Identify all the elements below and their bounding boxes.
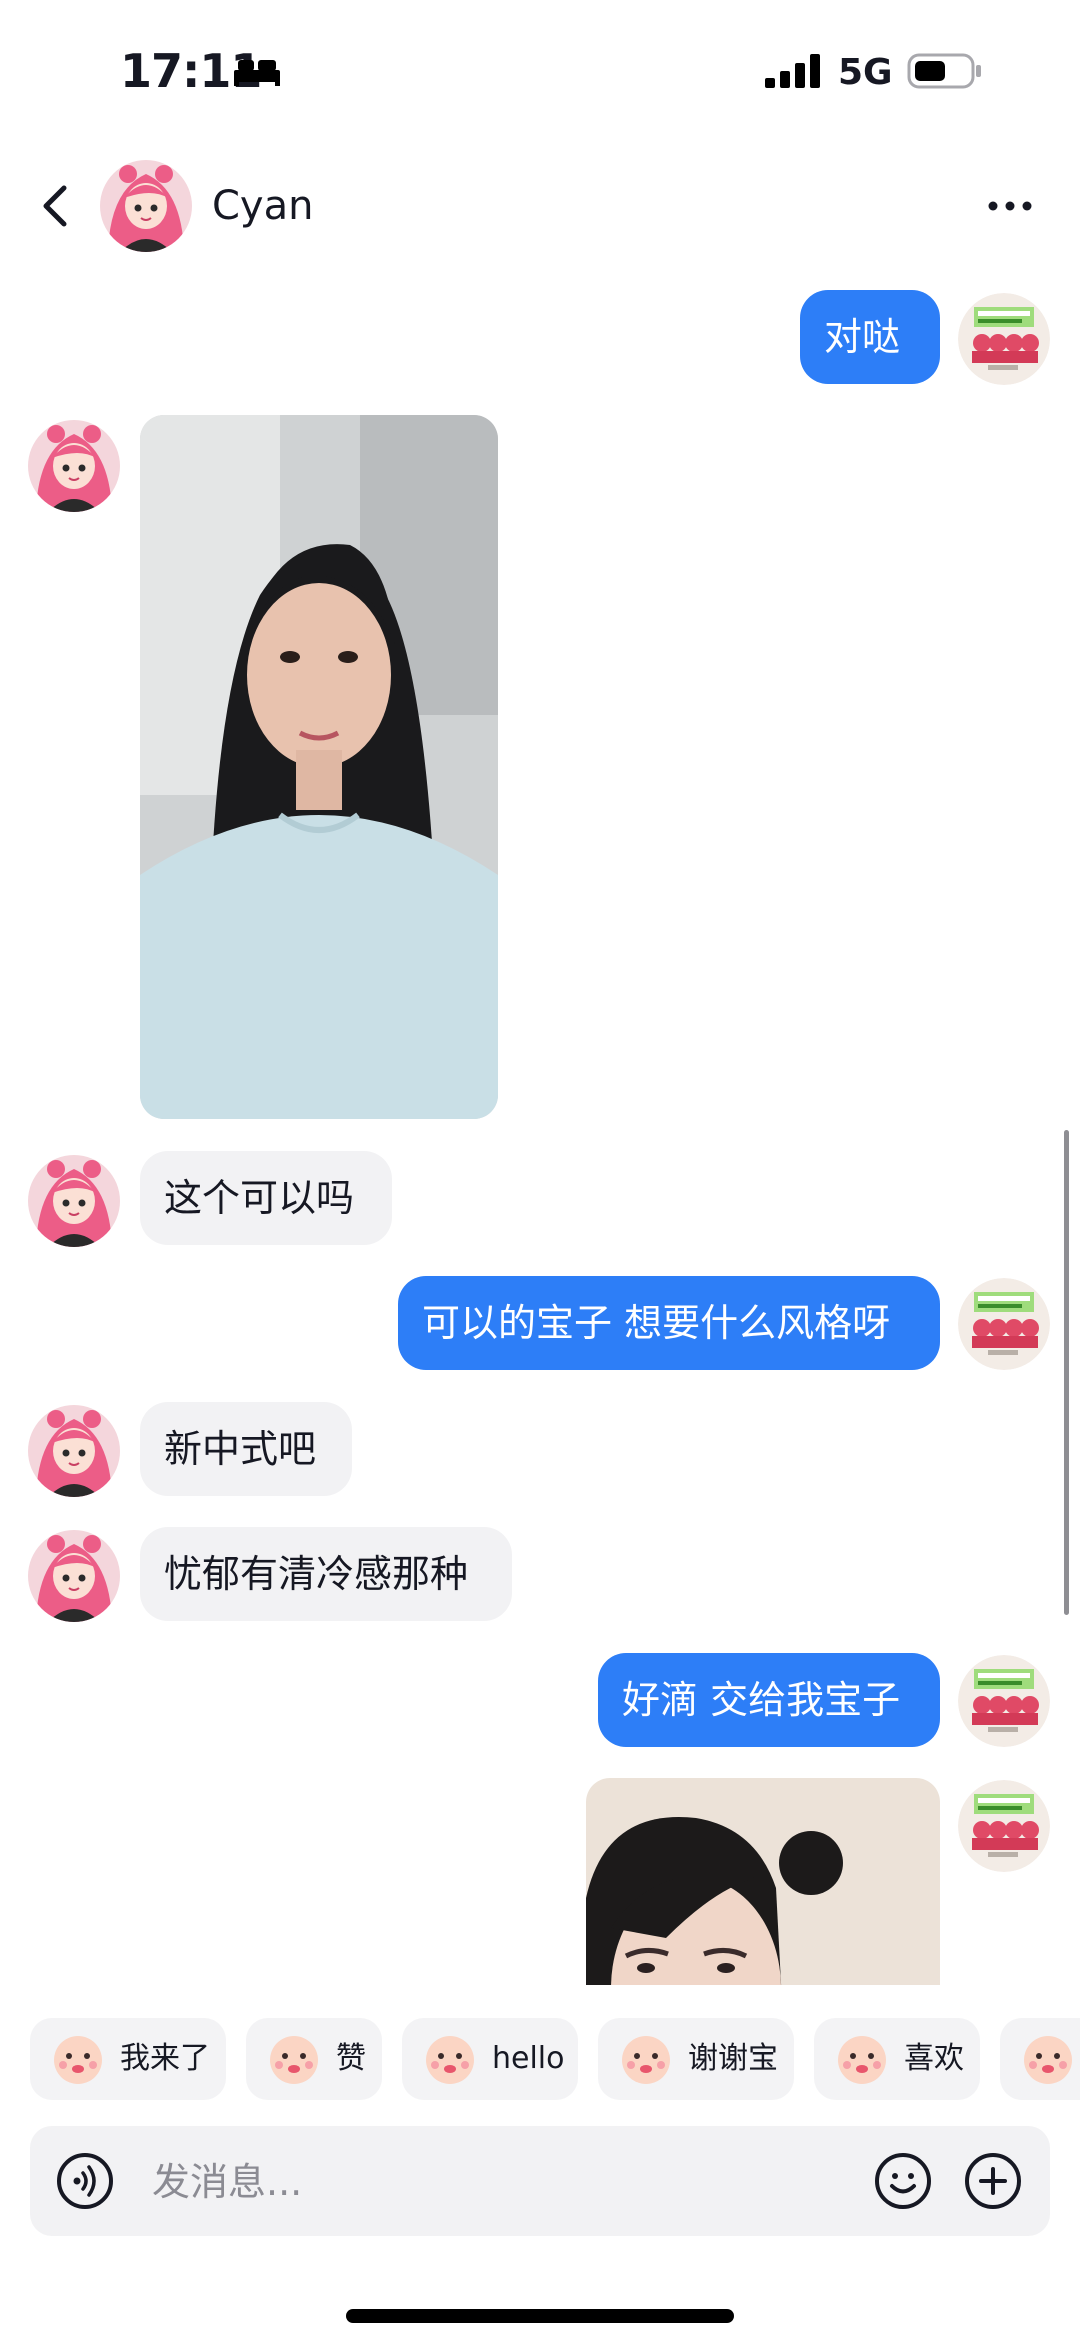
message-text: 好滴 交给我宝子 <box>622 1678 901 1722</box>
sticker-icon <box>264 2029 324 2102</box>
quick-reply-chip[interactable]: 赞 <box>246 2018 382 2100</box>
message-list[interactable]: 对哒 这个可以吗 可以的宝子 想要什么风格呀 新中式吧 忧郁有清冷感那种 好滴 … <box>0 265 1080 1985</box>
signal-icon <box>765 54 823 92</box>
incoming-message-bubble[interactable]: 新中式吧 <box>140 1402 352 1496</box>
message-text: 这个可以吗 <box>164 1176 355 1220</box>
quick-reply-chip[interactable]: hello <box>402 2018 578 2100</box>
contact-avatar[interactable] <box>28 1530 120 1622</box>
incoming-message-bubble[interactable]: 忧郁有清冷感那种 <box>140 1527 512 1621</box>
message-text: 对哒 <box>824 315 901 359</box>
outgoing-message-bubble[interactable]: 对哒 <box>800 290 940 384</box>
incoming-message-bubble[interactable]: 这个可以吗 <box>140 1151 392 1245</box>
outgoing-message-bubble[interactable]: 好滴 交给我宝子 <box>598 1653 940 1747</box>
voice-icon[interactable] <box>55 2151 115 2215</box>
more-icon[interactable] <box>985 194 1035 218</box>
sticker-icon <box>1018 2029 1078 2102</box>
outgoing-photo[interactable] <box>586 1778 940 1985</box>
chat-header: Cyan <box>0 150 1080 265</box>
quick-reply-bar[interactable]: 我来了 赞 hello 谢谢宝 喜欢 <box>0 2018 1080 2102</box>
quick-reply-chip[interactable]: 我来了 <box>30 2018 226 2100</box>
sticker-icon <box>616 2029 676 2102</box>
quick-reply-label: 我来了 <box>120 2041 210 2076</box>
quick-reply-label: 赞 <box>336 2041 366 2076</box>
contact-avatar[interactable] <box>28 1405 120 1497</box>
quick-reply-label: 喜欢 <box>904 2041 964 2076</box>
message-composer <box>30 2126 1050 2238</box>
message-text: 新中式吧 <box>164 1427 317 1471</box>
my-avatar[interactable] <box>958 1780 1050 1872</box>
home-indicator[interactable] <box>346 2309 734 2323</box>
emoji-icon[interactable] <box>873 2151 933 2215</box>
message-input[interactable] <box>150 2126 874 2238</box>
scrollbar[interactable] <box>1064 1130 1069 1615</box>
contact-name[interactable]: Cyan <box>212 183 313 229</box>
status-bar: 17:11 5G <box>0 0 1080 150</box>
incoming-photo[interactable] <box>140 415 498 1119</box>
battery-icon <box>907 52 985 94</box>
message-text: 忧郁有清冷感那种 <box>164 1552 469 1596</box>
sleep-focus-icon <box>232 56 282 90</box>
quick-reply-label: hello <box>492 2041 565 2076</box>
my-avatar[interactable] <box>958 1655 1050 1747</box>
contact-avatar[interactable] <box>28 420 120 512</box>
my-avatar[interactable] <box>958 293 1050 385</box>
quick-reply-chip[interactable]: 谢谢宝 <box>598 2018 794 2100</box>
plus-icon[interactable] <box>963 2151 1023 2215</box>
sticker-icon <box>832 2029 892 2102</box>
quick-reply-label: 谢谢宝 <box>688 2041 778 2076</box>
my-avatar[interactable] <box>958 1278 1050 1370</box>
sticker-icon <box>420 2029 480 2102</box>
message-text: 可以的宝子 想要什么风格呀 <box>422 1301 891 1345</box>
quick-reply-chip[interactable]: 喜欢 <box>814 2018 980 2100</box>
network-label: 5G <box>838 52 893 93</box>
quick-reply-chip[interactable] <box>1000 2018 1080 2100</box>
contact-avatar[interactable] <box>100 160 192 252</box>
sticker-icon <box>48 2029 108 2102</box>
contact-avatar[interactable] <box>28 1155 120 1247</box>
outgoing-message-bubble[interactable]: 可以的宝子 想要什么风格呀 <box>398 1276 940 1370</box>
back-icon[interactable] <box>30 176 80 236</box>
